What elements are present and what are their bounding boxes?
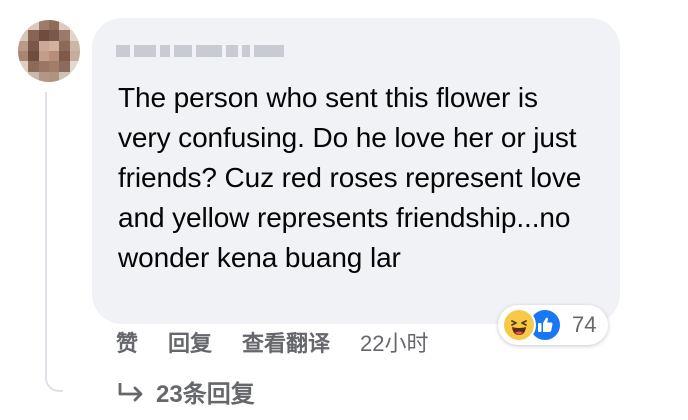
thread-connector-line <box>45 92 63 392</box>
comment-bubble: The person who sent this flower is very … <box>92 18 620 324</box>
comment-timestamp[interactable]: 22小时 <box>360 326 428 358</box>
comment-text: The person who sent this flower is very … <box>118 82 582 273</box>
reaction-count: 74 <box>572 312 597 337</box>
reactions-summary[interactable]: 74 <box>498 305 609 345</box>
replies-count-label: 23条回复 <box>156 381 255 408</box>
see-translation-link[interactable]: 查看翻译 <box>242 326 330 358</box>
haha-emoji-icon <box>502 308 536 342</box>
like-link[interactable]: 赞 <box>116 326 138 358</box>
reply-arrow-icon <box>116 381 146 403</box>
avatar[interactable] <box>18 20 80 82</box>
author-name-redacted[interactable] <box>116 44 594 58</box>
reply-link[interactable]: 回复 <box>168 326 212 358</box>
comment-actions: 赞 回复 查看翻译 22小时 <box>116 326 429 358</box>
view-replies-button[interactable]: 23条回复 <box>116 374 255 409</box>
comment-thread: The person who sent this flower is very … <box>0 0 688 420</box>
